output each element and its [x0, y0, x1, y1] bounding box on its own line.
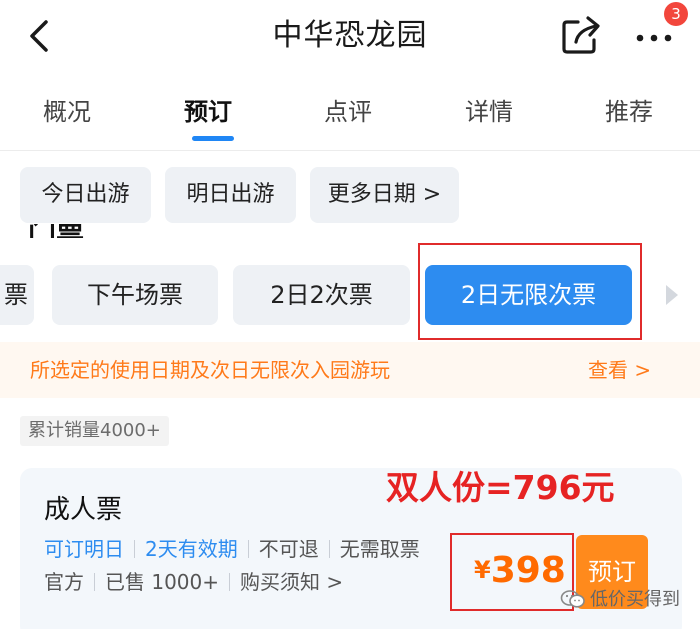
currency-symbol: ¥ [474, 556, 491, 584]
wechat-icon [560, 590, 585, 608]
notification-badge: 3 [664, 2, 688, 26]
purchase-notes-link[interactable]: 购买须知 > [240, 567, 343, 597]
price-amount: 398 [490, 550, 566, 591]
watermark: 低价买得到 [560, 585, 680, 615]
product-meta: 官方 已售 1000+ 购买须知 > [44, 567, 343, 597]
triangle-right-icon [666, 285, 678, 305]
info-banner: 所选定的使用日期及次日无限次入园游玩 查看 > [0, 342, 700, 398]
section-title-partial: 门票 [28, 224, 84, 238]
product-name: 成人票 [44, 495, 123, 525]
share-icon [562, 16, 600, 54]
tab-booking[interactable]: 预订 [163, 94, 253, 130]
date-chip-today[interactable]: 今日出游 [20, 167, 151, 223]
tab-overview[interactable]: 概况 [22, 94, 112, 130]
scroll-right-button[interactable] [662, 281, 682, 309]
tag-validity: 2天有效期 [145, 537, 238, 561]
promo-annotation: 双人份=796元 [386, 468, 615, 507]
tab-reviews[interactable]: 点评 [303, 94, 393, 130]
price: ¥398 [474, 544, 566, 598]
divider [229, 573, 231, 591]
ticket-option-afternoon[interactable]: 下午场票 [52, 265, 218, 325]
top-bar: 中华恐龙园 3 [0, 0, 700, 76]
product-tags: 可订明日 2天有效期 不可退 无需取票 [44, 534, 420, 564]
watermark-text: 低价买得到 [590, 589, 680, 610]
divider [134, 540, 135, 558]
ticket-option-partial[interactable]: 票 [0, 265, 34, 325]
tag-bookable-tomorrow: 可订明日 [44, 537, 124, 561]
share-button[interactable] [558, 12, 604, 58]
view-details-link[interactable]: 查看 > [588, 342, 651, 398]
tab-details[interactable]: 详情 [444, 94, 534, 130]
annotation-highlight-box [418, 243, 642, 340]
divider [0, 150, 700, 151]
active-tab-indicator [192, 136, 234, 141]
tag-no-pickup: 无需取票 [339, 537, 420, 561]
tab-recommend[interactable]: 推荐 [584, 94, 674, 130]
cumulative-sales-tag: 累计销量4000+ [20, 416, 169, 446]
divider [328, 540, 330, 558]
divider [94, 573, 95, 591]
ticket-option-2day-2entry[interactable]: 2日2次票 [233, 265, 410, 325]
date-chip-more[interactable]: 更多日期 > [310, 167, 459, 223]
tab-bar: 概况 预订 点评 详情 推荐 [0, 82, 700, 148]
meta-official: 官方 [44, 570, 84, 594]
date-chip-tomorrow[interactable]: 明日出游 [165, 167, 296, 223]
meta-sold-count: 已售 1000+ [105, 570, 220, 594]
divider [247, 540, 249, 558]
tag-non-refundable: 不可退 [258, 537, 319, 561]
info-banner-text: 所选定的使用日期及次日无限次入园游玩 [30, 358, 390, 382]
